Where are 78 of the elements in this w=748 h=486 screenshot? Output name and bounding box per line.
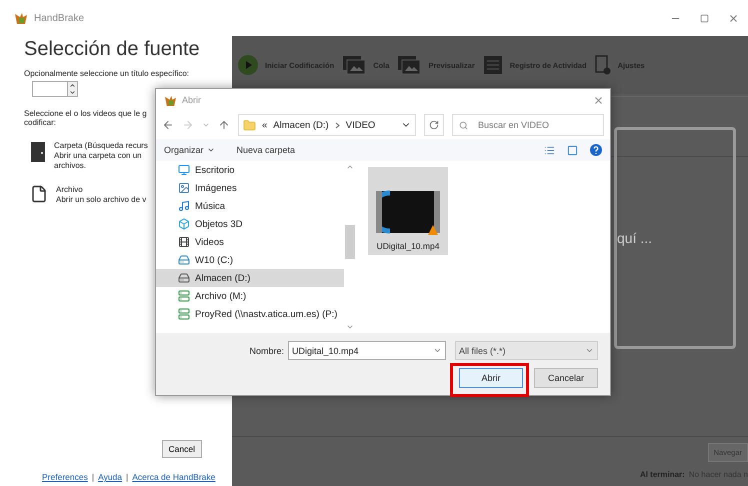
path-segment[interactable]: VIDEO	[346, 120, 376, 130]
film-icon	[178, 236, 190, 248]
nav-item[interactable]: Objetos 3D	[156, 215, 344, 233]
caret-icon	[585, 346, 594, 355]
caret-icon	[206, 146, 215, 154]
view-icon[interactable]	[544, 144, 555, 156]
app-logo-icon	[164, 94, 177, 106]
path-overflow[interactable]: «	[262, 120, 268, 130]
scroll-thumb[interactable]	[345, 225, 355, 259]
music-note-icon	[178, 200, 190, 212]
dialog-title: Abrir	[182, 95, 202, 105]
path-segment[interactable]: Almacen (D:)	[273, 120, 329, 130]
play-icon	[238, 55, 258, 75]
organize-button[interactable]: Organizar	[164, 145, 215, 155]
title-hint: Opcionalmente seleccione un título específico:	[24, 69, 189, 78]
nav-item[interactable]: Almacen (D:)	[156, 269, 344, 287]
file-icon	[30, 185, 48, 203]
scroll-up-icon[interactable]	[346, 163, 354, 171]
pictures-icon	[397, 55, 422, 75]
link-separator: |	[92, 472, 94, 482]
refresh-button[interactable]	[424, 114, 444, 136]
nav-item[interactable]: Videos	[156, 233, 344, 251]
nav-item[interactable]: Imágenes	[156, 179, 344, 197]
filename-label: Nombre:	[249, 346, 284, 356]
link-separator: |	[126, 472, 128, 482]
help-icon[interactable]	[590, 144, 602, 156]
settings-icon	[594, 55, 611, 75]
cube-icon	[178, 218, 190, 230]
filename-field[interactable]: UDigital_10.mp4	[288, 341, 446, 360]
option-title[interactable]: Carpeta (Búsqueda recurs	[54, 141, 148, 151]
nav-item[interactable]: Archivo (M:)	[156, 287, 344, 305]
panel-title: Selección de fuente	[24, 38, 201, 61]
log-icon	[482, 55, 503, 75]
refresh-icon	[428, 120, 439, 130]
desktop-icon	[178, 164, 190, 176]
nav-item[interactable]: Escritorio	[156, 161, 344, 179]
search-box[interactable]: Buscar en VIDEO	[452, 114, 604, 136]
drop-area[interactable]: quí ...	[614, 127, 736, 349]
caret-icon	[433, 346, 442, 355]
option-title[interactable]: Archivo	[56, 185, 83, 195]
file-type-select[interactable]: All files (*.*)	[455, 341, 598, 360]
nav-item[interactable]: ProyRed (\\nastv.atica.um.es) (P:)	[156, 305, 344, 323]
file-tile[interactable]: UDigital_10.mp4	[368, 167, 448, 255]
cancel-button[interactable]: Cancel	[162, 440, 202, 458]
close-icon	[728, 12, 739, 24]
footer-link[interactable]: Ayuda	[98, 472, 122, 482]
chevron-right-icon	[334, 122, 340, 128]
option-description: archivos.	[54, 161, 86, 171]
network-drive-icon	[178, 290, 190, 302]
app-logo-icon	[14, 12, 28, 24]
drive-icon	[178, 254, 190, 266]
back-button[interactable]	[162, 119, 174, 131]
option-description: Abrir una carpeta con un	[54, 151, 142, 161]
history-dropdown[interactable]	[202, 121, 210, 129]
image-icon	[178, 182, 190, 194]
open-button[interactable]: Abrir	[459, 368, 523, 388]
cancel-button[interactable]: Cancelar	[534, 368, 598, 388]
address-bar[interactable]: « Almacen (D:) VIDEO	[238, 114, 416, 136]
option-description: Abrir un solo archivo de v	[56, 195, 146, 205]
pictures-icon	[342, 55, 366, 75]
maximize-icon	[700, 14, 709, 22]
videos-hint: codificar:	[24, 118, 56, 127]
drive-icon	[178, 272, 190, 284]
new-folder-button[interactable]: Nueva carpeta	[236, 145, 296, 155]
preview-pane-icon[interactable]	[567, 144, 578, 156]
footer-link[interactable]: Acerca de HandBrake	[132, 472, 216, 482]
window-title: HandBrake	[34, 12, 84, 24]
title-spinner[interactable]	[32, 81, 78, 97]
nav-item[interactable]: W10 (C:)	[156, 251, 344, 269]
network-drive-icon	[178, 308, 190, 320]
close-button[interactable]	[593, 94, 604, 106]
videos-hint: Seleccione el o los videos que le g	[24, 109, 147, 118]
when-done-label: Al terminar:	[640, 470, 685, 479]
footer-link[interactable]: Preferences	[42, 472, 88, 482]
up-button[interactable]	[218, 119, 230, 131]
scroll-down-icon[interactable]	[346, 323, 354, 331]
search-icon	[459, 120, 468, 130]
nav-item[interactable]: Música	[156, 197, 344, 215]
